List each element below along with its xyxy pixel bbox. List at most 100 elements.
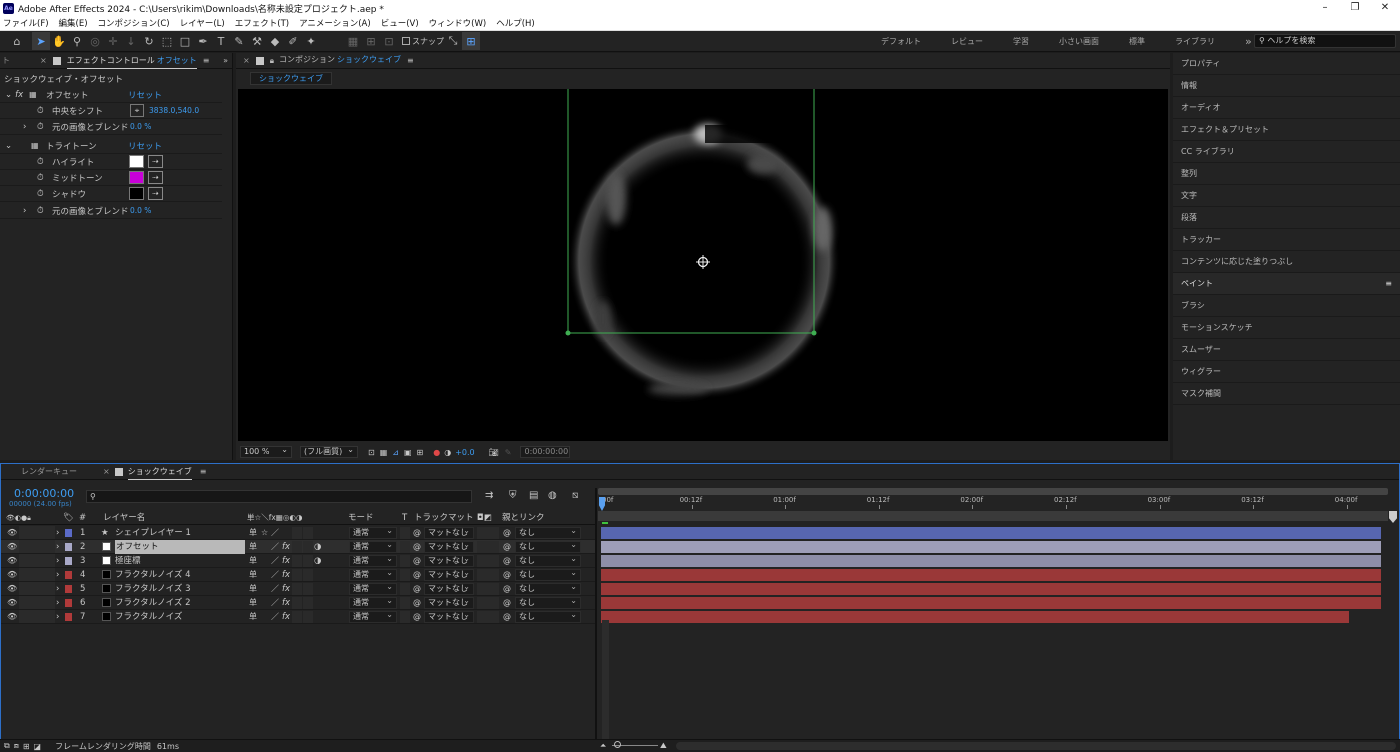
fx-switch-icon[interactable]: fx — [282, 596, 290, 610]
av-switches[interactable] — [19, 554, 55, 567]
adjustment-layer-icon[interactable]: ◑ — [314, 554, 321, 568]
mode-dropdown[interactable]: 通常 — [349, 526, 397, 539]
view-axis-icon[interactable]: ⊡ — [380, 32, 398, 50]
shy-switch-icon[interactable]: 单 — [249, 540, 257, 554]
snapshot-camera-icon[interactable]: 📷︎ — [489, 448, 499, 457]
expand-chevron-icon[interactable]: › — [56, 596, 59, 610]
snap-checkbox-icon[interactable] — [402, 37, 410, 45]
rotate-tool-icon[interactable]: ↻ — [140, 32, 158, 50]
fx-switch-icon[interactable]: fx — [282, 554, 290, 568]
av-switches[interactable] — [19, 596, 55, 609]
layer-duration-bar[interactable] — [601, 583, 1381, 595]
selection-tool-icon[interactable]: ➤ — [32, 32, 50, 50]
layer-search-input[interactable]: ⚲ — [86, 490, 472, 503]
panel-paint[interactable]: ペイント ≡ — [1173, 273, 1400, 295]
snap-feature-icon[interactable]: ⤡ — [444, 32, 462, 50]
matte-pickwhip-icon[interactable]: @ — [413, 568, 421, 582]
matte-switches[interactable] — [477, 569, 499, 581]
layer-row[interactable]: 👁︎›1★シェイプレイヤー 1单☆／通常@マットなし@なし — [1, 526, 596, 540]
matte-switches[interactable] — [477, 597, 499, 609]
crosshair-icon[interactable]: ⌖ — [130, 104, 144, 117]
exposure-reset-icon[interactable]: ◑ — [444, 448, 451, 457]
menu-edit[interactable]: 編集(E) — [59, 17, 88, 29]
eyedropper-icon[interactable]: ⇢ — [148, 171, 163, 184]
pen-tool-icon[interactable]: ✒ — [194, 32, 212, 50]
effect-offset-row[interactable]: ⌄ fx ▦ オフセット リセット — [0, 87, 222, 103]
mode-dropdown[interactable]: 通常 — [349, 540, 397, 553]
panel-menu-icon[interactable]: ≡ — [203, 56, 210, 65]
panel-info[interactable]: 情報 — [1173, 75, 1400, 97]
visibility-eye-icon[interactable]: 👁︎ — [7, 554, 17, 568]
workspace-review[interactable]: レビュー — [951, 36, 983, 47]
eyedropper-icon[interactable]: ⇢ — [148, 155, 163, 168]
quality-switch-icon[interactable]: ／ — [271, 554, 279, 568]
layer-duration-bar[interactable] — [601, 527, 1381, 539]
panel-audio[interactable]: オーディオ — [1173, 97, 1400, 119]
panel-wiggler[interactable]: ウィグラー — [1173, 361, 1400, 383]
parent-pickwhip-icon[interactable]: @ — [503, 526, 511, 540]
mask-visibility-icon[interactable]: ⊿ — [392, 448, 399, 457]
roto-brush-icon[interactable]: ✐ — [284, 32, 302, 50]
collapse-switch-icon[interactable]: ☆ — [261, 526, 268, 540]
av-switches[interactable] — [19, 610, 55, 623]
label-color-swatch[interactable] — [65, 543, 72, 551]
tab-shockwave[interactable]: ショックウェイブ — [127, 464, 192, 480]
frame-blend-switch[interactable] — [292, 555, 302, 567]
track-matte-dropdown[interactable]: マットなし — [424, 596, 474, 609]
label-color-swatch[interactable] — [65, 571, 72, 579]
preserve-transparency-switch[interactable] — [400, 569, 410, 581]
close-tab-icon[interactable]: × — [40, 56, 47, 65]
home-icon[interactable]: ⌂ — [8, 32, 26, 50]
panel-tracker[interactable]: トラッカー — [1173, 229, 1400, 251]
comp-lock-icon[interactable]: 🔒︎ — [270, 56, 274, 66]
layer-name[interactable]: オフセット — [115, 540, 245, 554]
layer-duration-bar[interactable] — [601, 569, 1381, 581]
matte-switches[interactable] — [477, 611, 499, 623]
zoom-in-icon[interactable]: ⛰︎ — [660, 741, 667, 751]
view-layout-icon[interactable]: ⊞ — [417, 448, 424, 457]
shy-switch-icon[interactable]: 单 — [249, 610, 257, 624]
panel-cc-libraries[interactable]: CC ライブラリ — [1173, 141, 1400, 163]
visibility-eye-icon[interactable]: 👁︎ — [7, 582, 17, 596]
comp-flowchart-icon[interactable]: ⇉ — [485, 490, 493, 501]
layer-row[interactable]: 👁︎›3極座標单／fx◑通常@マットなし@なし — [1, 554, 596, 568]
region-of-interest-icon[interactable]: ⊡ — [368, 448, 375, 457]
menu-file[interactable]: ファイル(F) — [3, 17, 49, 29]
eyedropper-icon[interactable]: ⇢ — [148, 187, 163, 200]
parent-dropdown[interactable]: なし — [515, 596, 581, 609]
panel-expand-icon[interactable]: » — [223, 56, 228, 65]
motion-blur-switch[interactable] — [303, 569, 313, 581]
panel-align[interactable]: 整列 — [1173, 163, 1400, 185]
highlight-color-swatch[interactable] — [129, 155, 144, 168]
shy-switch-icon[interactable]: 单 — [249, 526, 257, 540]
time-ruler[interactable]: 00f 00:12f 01:00f 01:12f 02:00f 02:12f 03:00f 0… — [598, 495, 1388, 509]
track-matte-dropdown[interactable]: マットなし — [424, 582, 474, 595]
panel-motion-sketch[interactable]: モーションスケッチ — [1173, 317, 1400, 339]
matte-pickwhip-icon[interactable]: @ — [413, 596, 421, 610]
shy-switch-icon[interactable]: 单 — [249, 582, 257, 596]
orbit-camera-icon[interactable]: ◎ — [86, 32, 104, 50]
label-color-swatch[interactable] — [65, 529, 72, 537]
render-time-icon[interactable]: ◪ — [34, 742, 42, 751]
transfer-controls-icon[interactable]: ⧈ — [14, 741, 19, 751]
preserve-transparency-switch[interactable] — [400, 583, 410, 595]
zoom-out-icon[interactable]: ⏶ — [600, 741, 606, 751]
effect-tritone-row[interactable]: ⌄ ▦ トライトーン リセット — [0, 138, 222, 154]
stopwatch-icon[interactable]: ⏱ — [37, 189, 44, 199]
motion-blur-switch[interactable] — [303, 597, 313, 609]
menu-composition[interactable]: コンポジション(C) — [98, 17, 170, 29]
effect-reset-link[interactable]: リセット — [128, 89, 162, 101]
visibility-eye-icon[interactable]: 👁︎ — [7, 610, 17, 624]
expand-chevron-icon[interactable]: › — [56, 568, 59, 582]
shy-switch-icon[interactable]: 单 — [249, 568, 257, 582]
motion-blur-icon[interactable]: ◍ — [548, 490, 557, 501]
shadow-color-swatch[interactable] — [129, 187, 144, 200]
panel-mask-interpolation[interactable]: マスク補間 — [1173, 383, 1400, 405]
panel-brushes[interactable]: ブラシ — [1173, 295, 1400, 317]
workspace-default[interactable]: デフォルト — [881, 36, 921, 47]
quality-switch-icon[interactable]: ／ — [271, 568, 279, 582]
workspace-small-screen[interactable]: 小さい画面 — [1059, 36, 1099, 47]
fx-icon[interactable]: fx — [15, 90, 23, 100]
pan-camera-icon[interactable]: ✛ — [104, 32, 122, 50]
local-axis-icon[interactable]: ▦ — [344, 32, 362, 50]
